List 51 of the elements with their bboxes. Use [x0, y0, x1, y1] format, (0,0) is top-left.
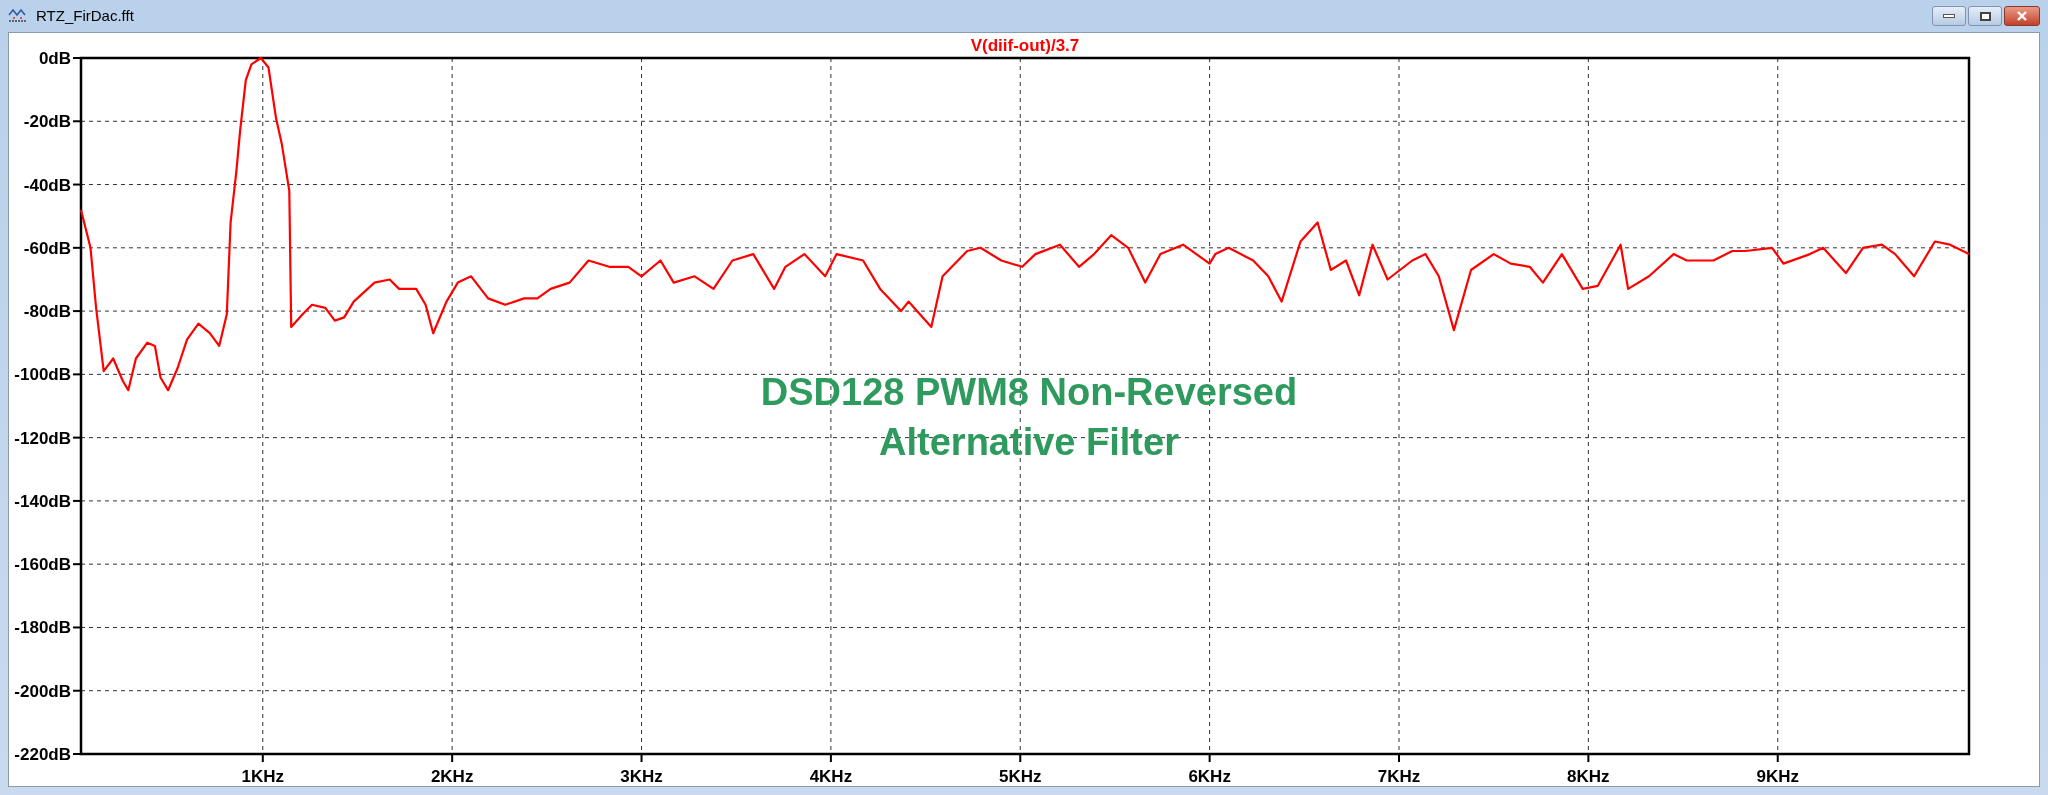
- tick-mark: [72, 246, 82, 249]
- x-tick-label: 3KHz: [620, 767, 663, 785]
- y-tick-label: -80dB: [23, 302, 71, 322]
- tick-mark: [72, 499, 82, 502]
- tick-mark: [72, 373, 82, 376]
- waveform-icon: [8, 7, 28, 25]
- tick-mark: [640, 753, 643, 763]
- tick-mark: [1398, 753, 1400, 763]
- x-tick-label: 4KHz: [809, 767, 853, 785]
- y-tick-label: -200dB: [14, 681, 71, 701]
- tick-mark: [72, 626, 82, 629]
- y-tick-label: -220dB: [14, 745, 71, 764]
- tick-mark: [1019, 753, 1022, 763]
- x-tick-label: 5KHz: [999, 767, 1042, 785]
- tick-mark: [72, 57, 82, 59]
- trace-title: V(diif-out)/3.7: [970, 36, 1080, 55]
- maximize-button[interactable]: [1968, 6, 2002, 26]
- tick-mark: [1587, 753, 1590, 763]
- y-tick-label: -180dB: [14, 618, 71, 638]
- tick-mark: [1208, 753, 1211, 763]
- y-tick-label: -60dB: [23, 238, 71, 258]
- tick-mark: [72, 120, 82, 123]
- tick-mark: [1776, 753, 1779, 763]
- x-tick-label: 8KHz: [1567, 767, 1610, 785]
- tick-mark: [72, 689, 82, 692]
- tick-mark: [72, 563, 82, 566]
- y-tick-label: 0dB: [38, 49, 71, 68]
- x-tick-label: 9KHz: [1756, 767, 1799, 785]
- y-tick-label: -40dB: [23, 175, 71, 195]
- tick-mark: [72, 183, 82, 186]
- window-title: RTZ_FirDac.fft: [36, 5, 134, 26]
- close-button[interactable]: [2004, 6, 2040, 26]
- annotation-text: Alternative Filter: [879, 421, 1179, 463]
- x-tick-label: 2KHz: [430, 767, 474, 785]
- minimize-button[interactable]: [1932, 6, 1966, 26]
- tick-mark: [451, 753, 454, 763]
- close-icon: [2016, 11, 2028, 21]
- x-tick-label: 6KHz: [1188, 767, 1231, 785]
- y-tick-label: -140dB: [14, 491, 71, 511]
- y-tick-label: -100dB: [14, 365, 71, 385]
- y-tick-label: -20dB: [23, 112, 71, 132]
- tick-mark: [261, 753, 264, 763]
- x-tick-label: 1KHz: [241, 767, 285, 785]
- tick-mark: [72, 310, 82, 313]
- annotation-text: DSD128 PWM8 Non-Reversed: [760, 371, 1298, 413]
- tick-mark: [72, 436, 82, 439]
- tick-mark: [829, 753, 832, 763]
- y-tick-label: -120dB: [14, 428, 71, 448]
- x-tick-label: 7KHz: [1377, 767, 1421, 785]
- tick-mark: [72, 753, 82, 755]
- y-tick-label: -160dB: [14, 555, 71, 575]
